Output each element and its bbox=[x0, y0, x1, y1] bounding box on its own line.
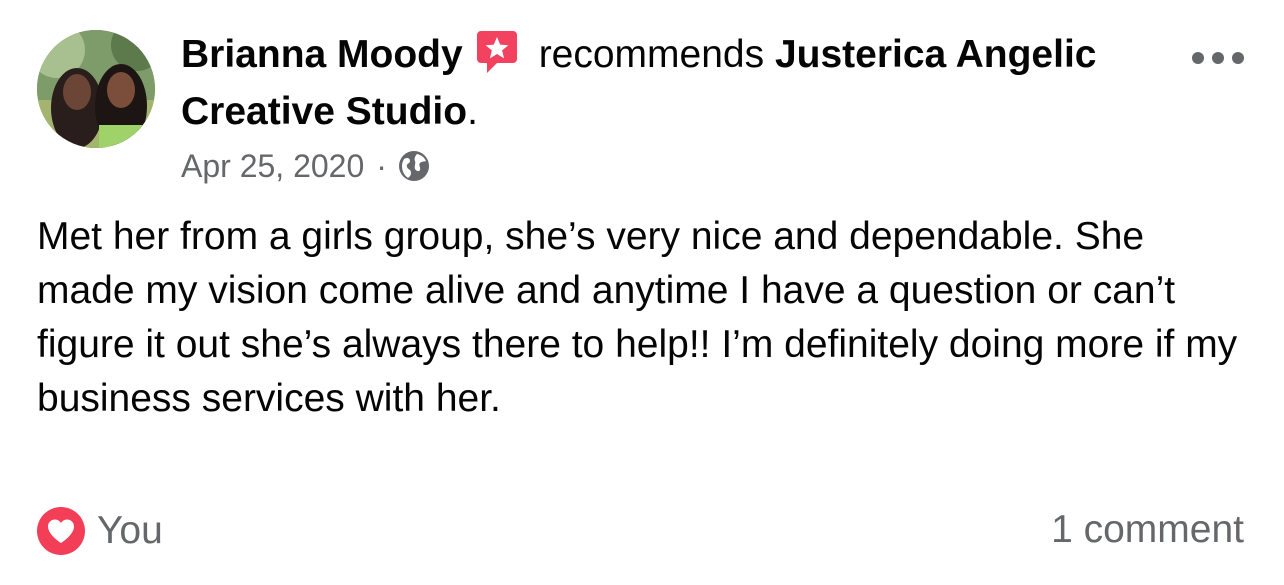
heart-icon bbox=[37, 507, 85, 555]
post-body: Met her from a girls group, she’s very n… bbox=[37, 215, 1238, 420]
globe-icon[interactable] bbox=[397, 149, 431, 183]
recommendation-icon bbox=[475, 29, 519, 75]
post-meta: Apr 25, 2020 · bbox=[181, 146, 431, 186]
header-period: . bbox=[467, 90, 478, 133]
recommendation-post: Brianna Moody recommends Justerica Angeli… bbox=[0, 0, 1284, 585]
more-dots-icon bbox=[1192, 52, 1244, 64]
avatar[interactable] bbox=[37, 30, 155, 148]
reactions-summary[interactable]: You bbox=[37, 507, 163, 555]
meta-separator: · bbox=[376, 148, 387, 184]
post-date[interactable]: Apr 25, 2020 bbox=[181, 146, 364, 186]
comments-count-link[interactable]: 1 comment bbox=[1051, 508, 1244, 552]
author-name[interactable]: Brianna Moody bbox=[181, 33, 463, 76]
recommends-text: recommends bbox=[538, 33, 765, 76]
more-options-button[interactable] bbox=[1190, 46, 1246, 70]
reactors-text: You bbox=[97, 509, 163, 552]
post-header: Brianna Moody recommends Justerica Angeli… bbox=[181, 26, 1141, 140]
avatar-image bbox=[37, 30, 155, 148]
